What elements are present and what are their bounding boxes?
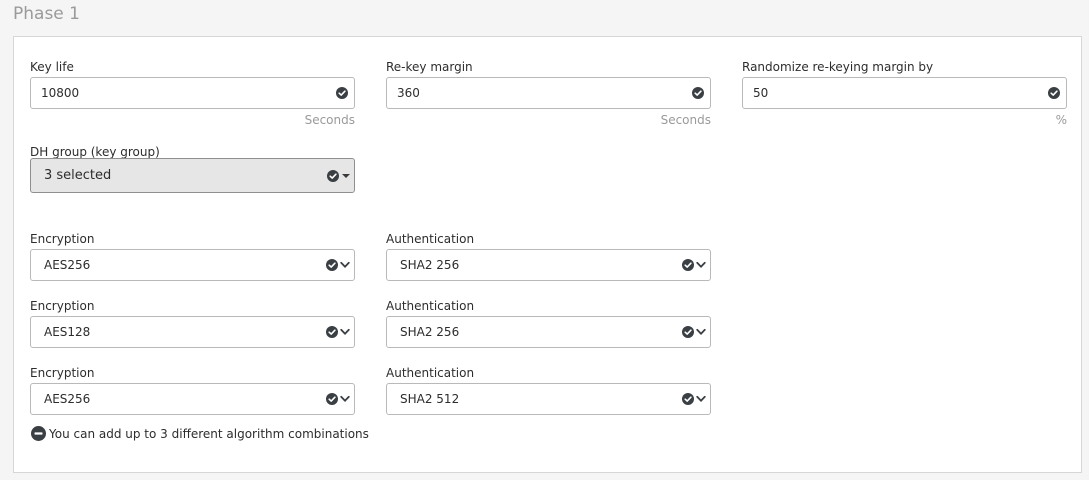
minus-circle-icon[interactable] (31, 426, 46, 441)
randomize-margin-value: 50 (753, 86, 769, 100)
authentication-label: Authentication (386, 299, 475, 313)
authentication-select[interactable]: SHA2 256 (386, 316, 711, 348)
authentication-field: Authentication SHA2 256 (386, 232, 711, 282)
phase-1-panel: Key life 10800 Seconds Re-key margin 360… (13, 36, 1082, 473)
check-circle-icon (327, 169, 339, 182)
dh-group-multiselect[interactable]: 3 selected (30, 158, 355, 193)
key-life-field: Key life 10800 Seconds (30, 60, 355, 130)
encryption-label: Encryption (30, 299, 95, 313)
randomize-margin-input[interactable]: 50 (742, 77, 1067, 109)
algorithm-hint-text: You can add up to 3 different algorithm … (49, 427, 369, 441)
authentication-label: Authentication (386, 232, 475, 246)
dh-group-value: 3 selected (44, 168, 112, 183)
authentication-field: Authentication SHA2 256 (386, 299, 711, 349)
rekey-margin-input[interactable]: 360 (386, 77, 711, 109)
dh-group-label: DH group (key group) (30, 145, 160, 159)
caret-down-icon (342, 173, 350, 178)
rekey-margin-label: Re-key margin (386, 60, 473, 74)
chevron-down-icon (696, 261, 706, 268)
authentication-select[interactable]: SHA2 512 (386, 383, 711, 415)
encryption-value: AES256 (44, 258, 91, 272)
check-circle-icon (692, 87, 704, 99)
encryption-label: Encryption (30, 366, 95, 380)
authentication-value: SHA2 512 (400, 392, 460, 406)
check-circle-icon (1048, 87, 1060, 99)
authentication-field: Authentication SHA2 512 (386, 366, 711, 416)
dh-group-field: DH group (key group) 3 selected (30, 145, 355, 197)
rekey-margin-unit: Seconds (660, 113, 711, 127)
chevron-down-icon (340, 261, 350, 268)
check-circle-icon (682, 393, 694, 405)
chevron-down-icon (696, 328, 706, 335)
rekey-margin-value: 360 (397, 86, 420, 100)
check-circle-icon (326, 326, 338, 338)
chevron-down-icon (340, 395, 350, 402)
encryption-value: AES128 (44, 325, 91, 339)
key-life-value: 10800 (41, 86, 80, 100)
randomize-margin-field: Randomize re-keying margin by 50 % (742, 60, 1067, 130)
check-circle-icon (326, 393, 338, 405)
encryption-field: Encryption AES256 (30, 232, 355, 282)
chevron-down-icon (696, 395, 706, 402)
check-circle-icon (336, 87, 348, 99)
encryption-label: Encryption (30, 232, 95, 246)
encryption-select[interactable]: AES128 (30, 316, 355, 348)
encryption-field: Encryption AES256 (30, 366, 355, 416)
key-life-input[interactable]: 10800 (30, 77, 355, 109)
encryption-select[interactable]: AES256 (30, 249, 355, 281)
encryption-select[interactable]: AES256 (30, 383, 355, 415)
authentication-value: SHA2 256 (400, 325, 460, 339)
authentication-value: SHA2 256 (400, 258, 460, 272)
randomize-margin-label: Randomize re-keying margin by (742, 60, 934, 74)
encryption-value: AES256 (44, 392, 91, 406)
authentication-label: Authentication (386, 366, 475, 380)
key-life-label: Key life (30, 60, 74, 74)
authentication-select[interactable]: SHA2 256 (386, 249, 711, 281)
encryption-field: Encryption AES128 (30, 299, 355, 349)
rekey-margin-field: Re-key margin 360 Seconds (386, 60, 711, 130)
check-circle-icon (326, 259, 338, 271)
check-circle-icon (682, 259, 694, 271)
chevron-down-icon (340, 328, 350, 335)
randomize-margin-unit: % (1055, 113, 1067, 127)
algorithm-hint: You can add up to 3 different algorithm … (31, 426, 369, 442)
check-circle-icon (682, 326, 694, 338)
key-life-unit: Seconds (304, 113, 355, 127)
page-title: Phase 1 (13, 4, 80, 24)
